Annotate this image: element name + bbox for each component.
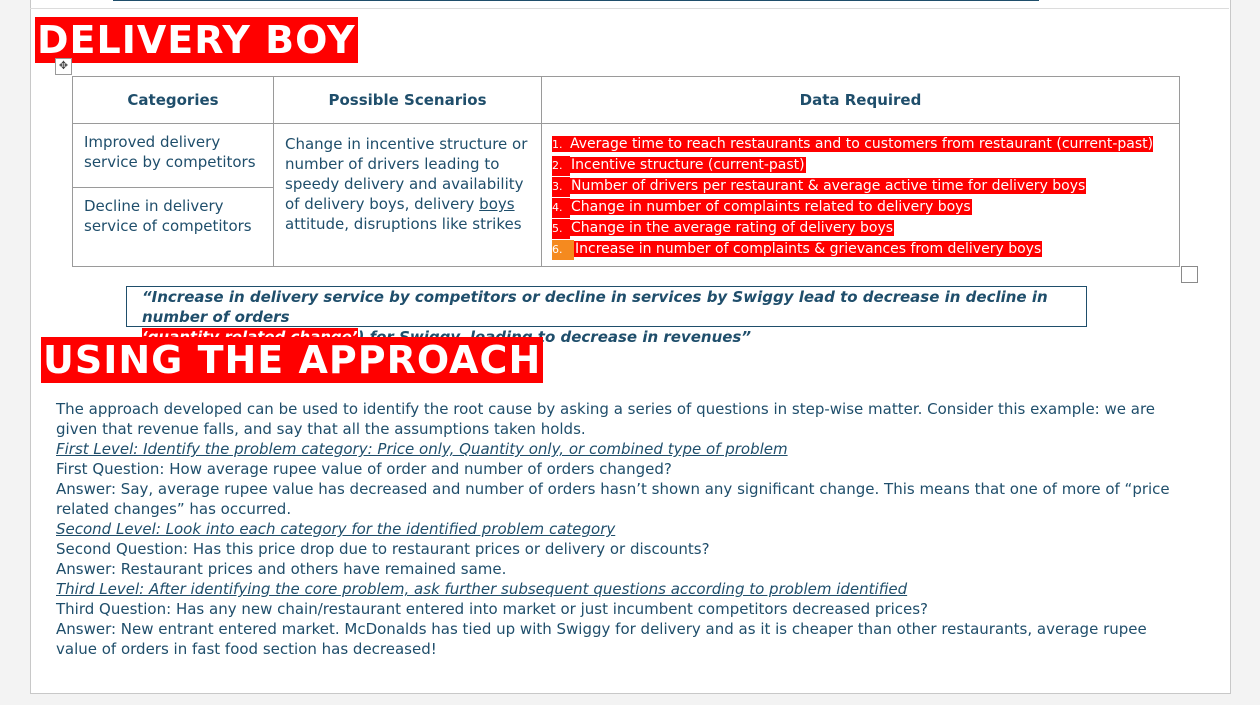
list-item: 6. Increase in number of complaints & gri…: [552, 239, 1179, 260]
delivery-boy-heading: DELIVERY BOY: [35, 17, 358, 63]
scenario-tail: attitude, disruptions like strikes: [285, 215, 522, 233]
table-header-row: Categories Possible Scenarios Data Requi…: [72, 76, 1180, 124]
header-data-required: Data Required: [541, 76, 1180, 124]
list-item: 4. Change in number of complaints related…: [552, 197, 1179, 218]
table-row: Improved delivery service by competitors…: [72, 123, 1180, 267]
header-boundary: [30, 8, 1229, 9]
quote-box: “Increase in delivery service by competi…: [126, 286, 1087, 346]
level-3-heading: Third Level: After identifying the core …: [56, 580, 908, 598]
list-item: 2. Incentive structure (current-past): [552, 155, 1179, 176]
intro-paragraph: The approach developed can be used to id…: [56, 400, 1156, 438]
quote-line-1: “Increase in delivery service by competi…: [142, 288, 1048, 326]
answer-3: Answer: New entrant entered market. McDo…: [56, 620, 1147, 658]
category-decline: Decline in delivery service of competito…: [84, 197, 252, 235]
level-1-heading: First Level: Identify the problem catego…: [56, 440, 788, 458]
question-2: Second Question: Has this price drop due…: [56, 540, 710, 558]
header-categories: Categories: [72, 76, 274, 124]
scenario-cell: Change in incentive structure or number …: [273, 123, 542, 267]
answer-1: Answer: Say, average rupee value has dec…: [56, 480, 1170, 518]
category-cell: Decline in delivery service of competito…: [72, 187, 274, 267]
scenario-table: Categories Possible Scenarios Data Requi…: [72, 76, 1180, 267]
scenario-underlined: boys: [479, 195, 515, 213]
approach-body: The approach developed can be used to id…: [56, 399, 1186, 659]
top-divider: [113, 0, 1039, 1]
list-item: 5. Change in the average rating of delive…: [552, 218, 1179, 239]
table-resize-handle[interactable]: [1181, 266, 1198, 283]
list-item: 1. Average time to reach restaurants and …: [552, 136, 1154, 152]
category-improved: Improved delivery service by competitors: [84, 133, 256, 171]
approach-heading: USING THE APPROACH: [41, 337, 544, 383]
level-2-heading: Second Level: Look into each category fo…: [56, 520, 616, 538]
question-3: Third Question: Has any new chain/restau…: [56, 600, 928, 618]
question-1: First Question: How average rupee value …: [56, 460, 672, 478]
data-required-cell: 1. Average time to reach restaurants and …: [541, 123, 1180, 267]
table-move-handle-icon[interactable]: ✥: [55, 58, 72, 75]
answer-2: Answer: Restaurant prices and others hav…: [56, 560, 507, 578]
list-item: 3. Number of drivers per restaurant & ave…: [552, 176, 1179, 197]
header-scenarios: Possible Scenarios: [273, 76, 542, 124]
category-cell: Improved delivery service by competitors: [72, 123, 274, 188]
